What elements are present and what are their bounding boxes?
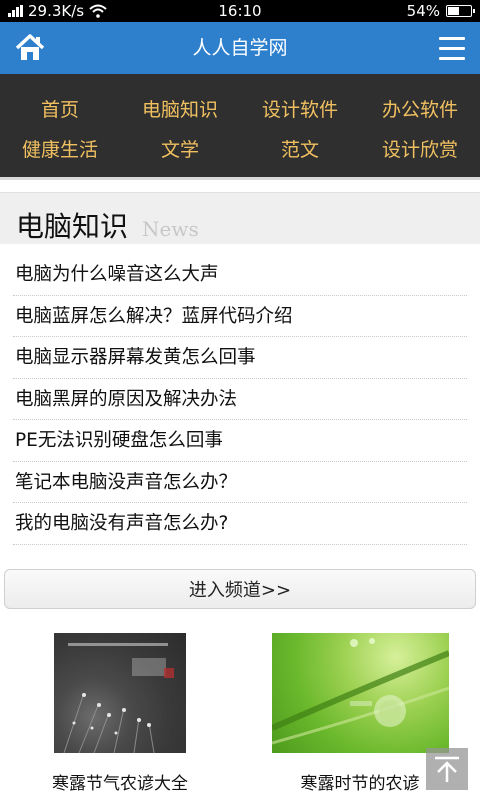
- thumbnail-card[interactable]: 寒露节气农谚大全: [0, 632, 240, 794]
- home-icon: [15, 34, 45, 60]
- nav-item-design-gallery[interactable]: 设计欣赏: [360, 128, 480, 168]
- article-link[interactable]: 电脑蓝屏怎么解决？蓝屏代码介绍: [13, 296, 467, 337]
- arrow-up-icon: [435, 756, 459, 782]
- menu-icon[interactable]: [424, 22, 480, 74]
- section-title: 电脑知识: [16, 210, 129, 243]
- nav-item-home[interactable]: 首页: [0, 88, 120, 128]
- article-link[interactable]: 笔记本电脑没声音怎么办？: [13, 462, 467, 503]
- article-link[interactable]: 我的电脑没有声音怎么办?: [13, 503, 467, 545]
- nav-item-office-software[interactable]: 办公软件: [360, 88, 480, 128]
- nav-grid: 首页 电脑知识 设计软件 办公软件 健康生活 文学 范文 设计欣赏: [0, 74, 480, 180]
- battery-icon: [446, 5, 475, 17]
- thumbnail-image-dewdrop[interactable]: [271, 632, 449, 753]
- section-subtitle: News: [142, 217, 199, 241]
- status-time: 16:10: [218, 2, 262, 20]
- site-title: 人人自学网: [192, 37, 288, 59]
- nav-item-literature[interactable]: 文学: [120, 128, 240, 168]
- nav-item-essays[interactable]: 范文: [240, 128, 360, 168]
- back-to-top-button[interactable]: [426, 748, 468, 790]
- nav-item-computer[interactable]: 电脑知识: [120, 88, 240, 128]
- dewdrop-graphic: [271, 637, 449, 744]
- status-bar: 29.3K/s 16:10 54%: [0, 0, 480, 22]
- thumbnail-caption[interactable]: 寒露时节的农谚: [301, 769, 420, 794]
- enter-channel-button[interactable]: 进入频道>>: [4, 568, 476, 609]
- article-link[interactable]: 电脑显示器屏幕发黄怎么回事: [13, 337, 467, 379]
- frost-drops-graphic: [63, 642, 174, 753]
- thumbnail-caption[interactable]: 寒露节气农谚大全: [52, 769, 188, 794]
- nav-item-health[interactable]: 健康生活: [0, 128, 120, 168]
- section-header: 电脑知识 News: [0, 192, 480, 244]
- article-list: 电脑为什么噪音这么大声 电脑蓝屏怎么解决？蓝屏代码介绍 电脑显示器屏幕发黄怎么回…: [0, 244, 480, 545]
- thumbnail-row: 寒露节气农谚大全 寒露时节的农谚: [0, 632, 480, 794]
- article-link[interactable]: PE无法识别硬盘怎么回事: [13, 420, 467, 462]
- article-link[interactable]: 电脑为什么噪音这么大声: [13, 254, 467, 296]
- article-link[interactable]: 电脑黑屏的原因及解决办法: [13, 379, 467, 420]
- home-button[interactable]: [0, 22, 60, 74]
- nav-item-design-software[interactable]: 设计软件: [240, 88, 360, 128]
- thumbnail-image-frost[interactable]: [54, 632, 186, 753]
- app-header: 人人自学网: [0, 22, 480, 74]
